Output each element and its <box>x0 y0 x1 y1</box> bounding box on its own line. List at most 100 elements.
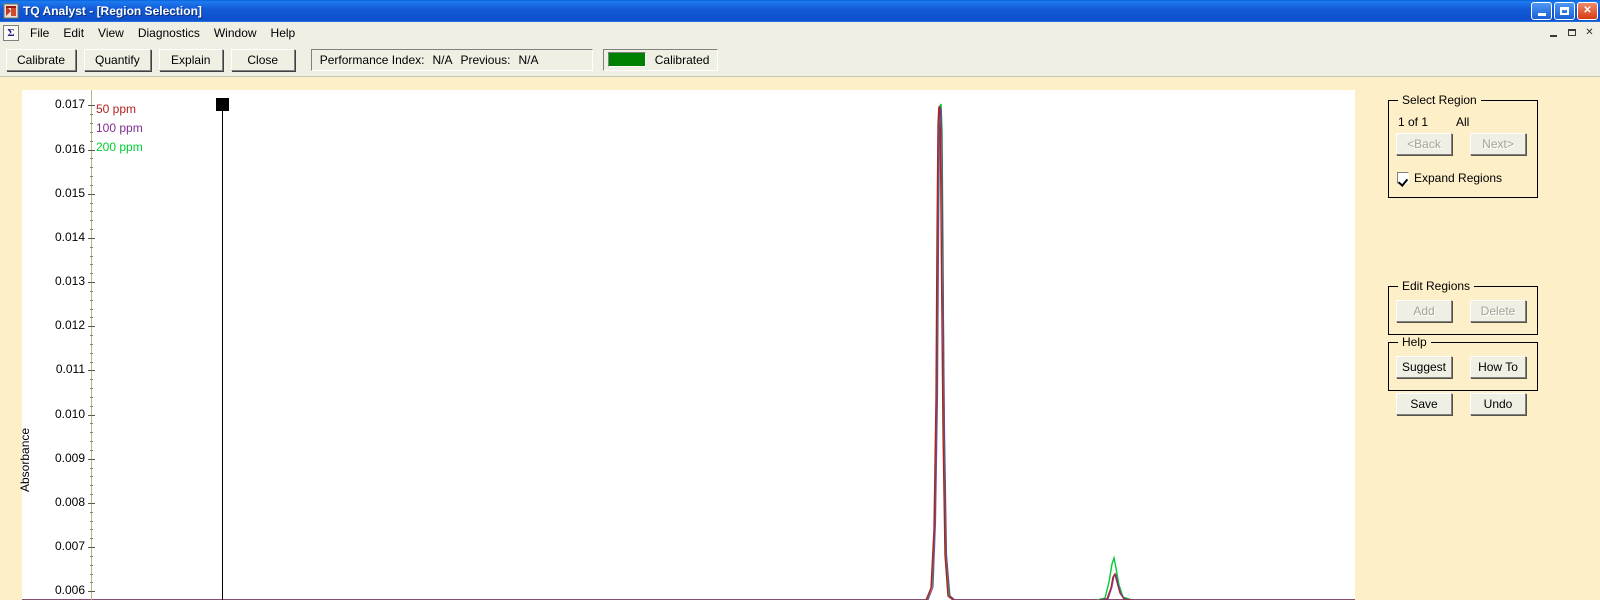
edit-regions-title: Edit Regions <box>1398 279 1475 293</box>
y-tick-minor <box>90 476 93 477</box>
mdi-minimize-button[interactable] <box>1546 25 1561 39</box>
previous-value: N/A <box>518 52 539 67</box>
mdi-restore-button[interactable] <box>1564 25 1579 39</box>
y-tick-minor <box>90 556 93 557</box>
y-tick-mark <box>88 282 95 283</box>
legend-item-50ppm: 50 ppm <box>96 102 137 116</box>
y-tick-minor <box>90 300 93 301</box>
y-tick-mark <box>88 194 95 195</box>
y-tick-mark <box>88 591 95 592</box>
help-title: Help <box>1398 335 1431 349</box>
y-tick-label: 0.012 <box>40 318 85 332</box>
y-tick-minor <box>90 406 93 407</box>
delete-region-button[interactable]: Delete <box>1470 300 1526 322</box>
close-view-button[interactable]: Close <box>230 48 295 71</box>
status-label: Calibrated <box>654 52 710 67</box>
minimize-button[interactable] <box>1531 2 1552 20</box>
y-tick-minor <box>90 176 93 177</box>
region-all-label[interactable]: All <box>1456 115 1469 129</box>
suggest-button[interactable]: Suggest <box>1396 356 1452 378</box>
y-tick-minor <box>90 132 93 133</box>
how-to-button[interactable]: How To <box>1470 356 1526 378</box>
y-tick-minor <box>90 468 93 469</box>
y-tick-minor <box>90 203 93 204</box>
quantify-button[interactable]: Quantify <box>84 48 151 71</box>
menu-item-window[interactable]: Window <box>207 24 264 42</box>
y-tick-mark <box>88 547 95 548</box>
y-tick-minor <box>90 432 93 433</box>
y-tick-label: 0.006 <box>40 583 85 597</box>
y-tick-minor <box>90 485 93 486</box>
y-tick-minor <box>90 229 93 230</box>
mdi-restore-icon <box>1567 28 1576 36</box>
next-button[interactable]: Next> <box>1470 133 1526 155</box>
y-tick-minor <box>90 512 93 513</box>
performance-index-label: Performance Index: <box>319 52 425 67</box>
save-button[interactable]: Save <box>1396 393 1452 415</box>
close-icon: ✕ <box>1583 5 1592 16</box>
y-tick-minor <box>90 582 93 583</box>
mdi-minimize-icon <box>1550 34 1557 37</box>
calibrate-button[interactable]: Calibrate <box>6 48 77 71</box>
region-boundary-line[interactable] <box>222 111 223 600</box>
y-tick-label: 0.008 <box>40 495 85 509</box>
y-tick-minor <box>90 114 93 115</box>
expand-regions-checkbox[interactable]: Expand Regions <box>1397 171 1502 185</box>
close-button[interactable]: ✕ <box>1577 2 1598 20</box>
y-tick-label: 0.010 <box>40 407 85 421</box>
y-tick-label: 0.017 <box>40 97 85 111</box>
calibration-status: Calibrated <box>602 48 719 71</box>
back-button[interactable]: <Back <box>1396 133 1452 155</box>
region-boundary-handle[interactable] <box>216 98 229 111</box>
y-tick-minor <box>90 574 93 575</box>
toolbar: Calibrate Quantify Explain Close Perform… <box>0 43 1600 77</box>
y-tick-minor <box>90 450 93 451</box>
undo-button[interactable]: Undo <box>1470 393 1526 415</box>
y-tick-mark <box>88 105 95 106</box>
y-tick-minor <box>90 335 93 336</box>
y-tick-minor <box>90 397 93 398</box>
menu-item-file[interactable]: File <box>23 24 56 42</box>
y-tick-minor <box>90 256 93 257</box>
restore-icon <box>1560 7 1569 15</box>
y-tick-minor <box>90 344 93 345</box>
restore-button[interactable] <box>1554 2 1575 20</box>
menu-item-diagnostics[interactable]: Diagnostics <box>131 24 207 42</box>
add-region-button[interactable]: Add <box>1396 300 1452 322</box>
mdi-window-controls: ✕ <box>1546 25 1597 39</box>
explain-button[interactable]: Explain <box>158 48 223 71</box>
y-tick-minor <box>90 247 93 248</box>
y-tick-mark <box>88 459 95 460</box>
chart-legend: 50 ppm 100 ppm 200 ppm <box>96 100 143 157</box>
y-tick-minor <box>90 379 93 380</box>
mdi-close-button[interactable]: ✕ <box>1582 25 1597 39</box>
y-tick-minor <box>90 220 93 221</box>
y-tick-mark <box>88 150 95 151</box>
y-tick-label: 0.007 <box>40 539 85 553</box>
y-tick-minor <box>90 291 93 292</box>
y-tick-minor <box>90 565 93 566</box>
y-tick-minor <box>90 423 93 424</box>
y-tick-minor <box>90 273 93 274</box>
y-tick-mark <box>88 370 95 371</box>
menu-item-view[interactable]: View <box>91 24 131 42</box>
status-badge <box>607 52 646 67</box>
trace-50ppm-secondary <box>1098 572 1133 600</box>
menu-item-edit[interactable]: Edit <box>56 24 91 42</box>
window-title: TQ Analyst - [Region Selection] <box>23 4 202 18</box>
legend-item-200ppm: 200 ppm <box>96 140 143 154</box>
menu-bar: Σ File Edit View Diagnostics Window Help… <box>0 22 1600 44</box>
y-tick-minor <box>90 362 93 363</box>
y-tick-minor <box>90 521 93 522</box>
sigma-icon[interactable]: Σ <box>3 24 19 41</box>
legend-item-100ppm: 100 ppm <box>96 121 143 135</box>
y-tick-label: 0.015 <box>40 186 85 200</box>
y-tick-mark <box>88 326 95 327</box>
checkbox-icon <box>1397 172 1409 184</box>
y-tick-minor <box>90 538 93 539</box>
minimize-icon <box>1537 12 1546 16</box>
y-tick-minor <box>90 494 93 495</box>
menu-item-help[interactable]: Help <box>264 24 303 42</box>
region-counter: 1 of 1 <box>1398 115 1429 129</box>
y-tick-minor <box>90 317 93 318</box>
